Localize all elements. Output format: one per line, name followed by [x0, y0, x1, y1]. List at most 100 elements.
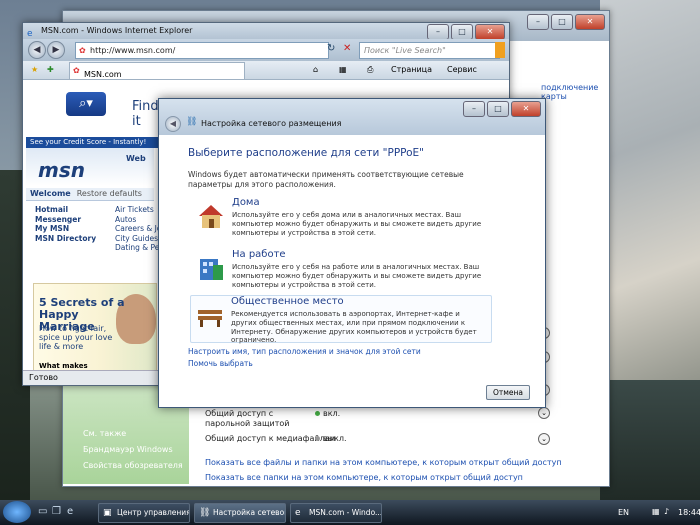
dialog-titlebar: – □ ✕ ◀ ⛓ Настройка сетевого размещения — [159, 99, 545, 135]
print-icon[interactable]: ⎙ — [367, 65, 373, 75]
option-public-text: Рекомендуется использовать в аэропортах,… — [231, 310, 477, 345]
right-link-map[interactable]: подключение карты — [541, 83, 609, 101]
ie-address-bar: ◀ ▶ ✿ http://www.msn.com/ ↻ ✕ Поиск "Live… — [23, 39, 509, 61]
option-home-text: Используйте его у себя дома или в аналог… — [232, 211, 482, 237]
tab-msn[interactable]: ✿ MSN.com — [69, 62, 245, 79]
maximize-button[interactable]: □ — [451, 24, 473, 40]
minimize-button[interactable]: – — [427, 24, 449, 40]
forward-arrow-icon[interactable]: ▶ — [47, 41, 65, 59]
msn-category-links: Air Tickets Autos Careers & Jo City Guid… — [115, 205, 162, 253]
network-location-dialog: – □ ✕ ◀ ⛓ Настройка сетевого размещения … — [158, 98, 546, 408]
link-hotmail[interactable]: Hotmail — [35, 205, 96, 215]
show-shared-folders-link[interactable]: Показать все папки на этом компьютере, к… — [205, 473, 523, 482]
link-autos[interactable]: Autos — [115, 215, 162, 225]
link-dating[interactable]: Dating & Per — [115, 243, 162, 253]
row-label: Общий доступ с парольной защитой — [205, 409, 290, 428]
close-button[interactable]: ✕ — [575, 14, 605, 30]
close-button[interactable]: ✕ — [475, 24, 505, 40]
feeds-icon[interactable]: ▦ — [339, 65, 347, 74]
park-bench-icon — [198, 310, 222, 327]
row-value: выкл. — [315, 434, 347, 443]
marriage-ad[interactable]: 5 Secrets of a Happy Marriage How to fig… — [33, 283, 157, 370]
msn-logo[interactable]: msn — [38, 158, 85, 182]
back-arrow-icon[interactable]: ◀ — [165, 116, 181, 132]
volume-icon[interactable]: ♪ — [664, 507, 669, 516]
show-desktop-icon[interactable]: ▭ — [38, 506, 47, 517]
tab-web[interactable]: Web — [126, 154, 146, 163]
option-work[interactable]: На работе Используйте его у себя на рабо… — [192, 249, 492, 291]
link-air-tickets[interactable]: Air Tickets — [115, 205, 162, 215]
msn-butterfly-icon: ✿ — [79, 46, 86, 55]
restore-defaults-link[interactable]: Restore defaults — [77, 189, 142, 198]
clock[interactable]: 18:44 — [678, 508, 700, 517]
see-also-header: См. также — [83, 429, 127, 438]
link-careers[interactable]: Careers & Jo — [115, 224, 162, 234]
close-button[interactable]: ✕ — [511, 101, 541, 117]
ie-quicklaunch-icon[interactable]: e — [67, 506, 73, 517]
control-panel-icon: ▣ — [103, 508, 112, 518]
password-sharing-row: Общий доступ с парольной защитой вкл. — [205, 409, 445, 429]
show-shared-files-link[interactable]: Показать все файлы и папки на этом компь… — [205, 458, 562, 467]
ie-titlebar: e MSN.com - Windows Internet Explorer – … — [23, 23, 509, 40]
option-public[interactable]: Общественное место Рекомендуется использ… — [190, 295, 492, 345]
customize-network-link[interactable]: Настроить имя, тип расположения и значок… — [188, 347, 421, 356]
ie-title: MSN.com - Windows Internet Explorer — [41, 26, 193, 35]
credit-score-link[interactable]: See your Credit Score - Instantly! — [26, 137, 158, 148]
ie-logo-icon: e — [295, 508, 301, 518]
stop-icon[interactable]: ✕ — [343, 43, 351, 54]
status-off-icon — [315, 436, 320, 441]
msn-logo-bar: msn Web — [26, 148, 154, 186]
link-messenger[interactable]: Messenger — [35, 215, 96, 225]
address-input[interactable]: ✿ http://www.msn.com/ — [75, 42, 329, 59]
ad-question: What makes love last? — [39, 362, 88, 370]
welcome-label: Welcome — [30, 189, 71, 198]
cancel-button[interactable]: Отмена — [486, 385, 530, 400]
network-icon: ⛓ — [186, 117, 198, 127]
home-icon[interactable]: ⌂ — [313, 65, 318, 74]
tools-menu[interactable]: Сервис — [447, 65, 477, 74]
browser-properties-link[interactable]: Свойства обозревателя — [83, 461, 183, 470]
taskbar-button-network-setup[interactable]: ⛓Настройка сетевог... — [194, 503, 286, 523]
link-msn-directory[interactable]: MSN Directory — [35, 234, 96, 244]
start-button[interactable] — [3, 501, 31, 523]
maximize-button[interactable]: □ — [551, 14, 573, 30]
switch-windows-icon[interactable]: ❐ — [52, 506, 61, 517]
taskbar-button-control-center[interactable]: ▣Центр управления ... — [98, 503, 190, 523]
page-menu[interactable]: Страница — [391, 65, 432, 74]
expand-chevron-icon[interactable]: ⌄ — [538, 407, 550, 419]
back-arrow-icon[interactable]: ◀ — [28, 41, 46, 59]
minimize-button[interactable]: – — [527, 14, 549, 30]
search-button[interactable] — [495, 42, 505, 58]
option-work-name: На работе — [232, 249, 286, 260]
welcome-bar: Welcome Restore defaults — [26, 188, 154, 201]
msn-header: ⌕▾ Find it — [26, 80, 159, 129]
firewall-link[interactable]: Брандмауэр Windows — [83, 445, 173, 454]
dialog-description: Windows будет автоматически применять со… — [188, 170, 464, 189]
office-building-icon — [200, 259, 223, 280]
msn-butterfly-icon: ✿ — [73, 66, 80, 75]
maximize-button[interactable]: □ — [487, 101, 509, 117]
expand-chevron-icon[interactable]: ⌄ — [538, 433, 550, 445]
favorites-star-icon[interactable]: ★ — [31, 65, 38, 74]
help-choose-link[interactable]: Помочь выбрать — [188, 359, 253, 368]
minimize-button[interactable]: – — [463, 101, 485, 117]
link-my-msn[interactable]: My MSN — [35, 224, 96, 234]
option-home-name: Дома — [232, 197, 260, 208]
house-icon — [199, 205, 223, 228]
option-work-text: Используйте его у себя на работе или в а… — [232, 263, 482, 289]
network-tray-icon[interactable]: ▦ — [652, 507, 660, 516]
search-magnifier-icon[interactable]: ⌕▾ — [66, 92, 106, 116]
dialog-heading: Выберите расположение для сети "PPPoE" — [188, 147, 425, 159]
media-sharing-row: Общий доступ к медиафайлам выкл. — [205, 434, 445, 443]
taskbar-button-ie[interactable]: e MSN.com - Windo... — [290, 503, 382, 523]
ad-subtitle: How to fight fair, spice up your love li… — [39, 324, 113, 351]
search-input[interactable]: Поиск "Live Search" — [359, 42, 500, 59]
system-tray: EN ▦ ♪ 18:44 — [608, 500, 700, 525]
option-home[interactable]: Дома Используйте его у себя дома или в а… — [192, 197, 492, 239]
desktop-wallpaper-water — [600, 380, 700, 500]
add-favorite-icon[interactable]: ✚ — [47, 65, 54, 74]
link-city-guides[interactable]: City Guides — [115, 234, 162, 244]
row-value: вкл. — [315, 409, 340, 418]
language-indicator[interactable]: EN — [618, 508, 629, 517]
refresh-icon[interactable]: ↻ — [327, 43, 335, 54]
